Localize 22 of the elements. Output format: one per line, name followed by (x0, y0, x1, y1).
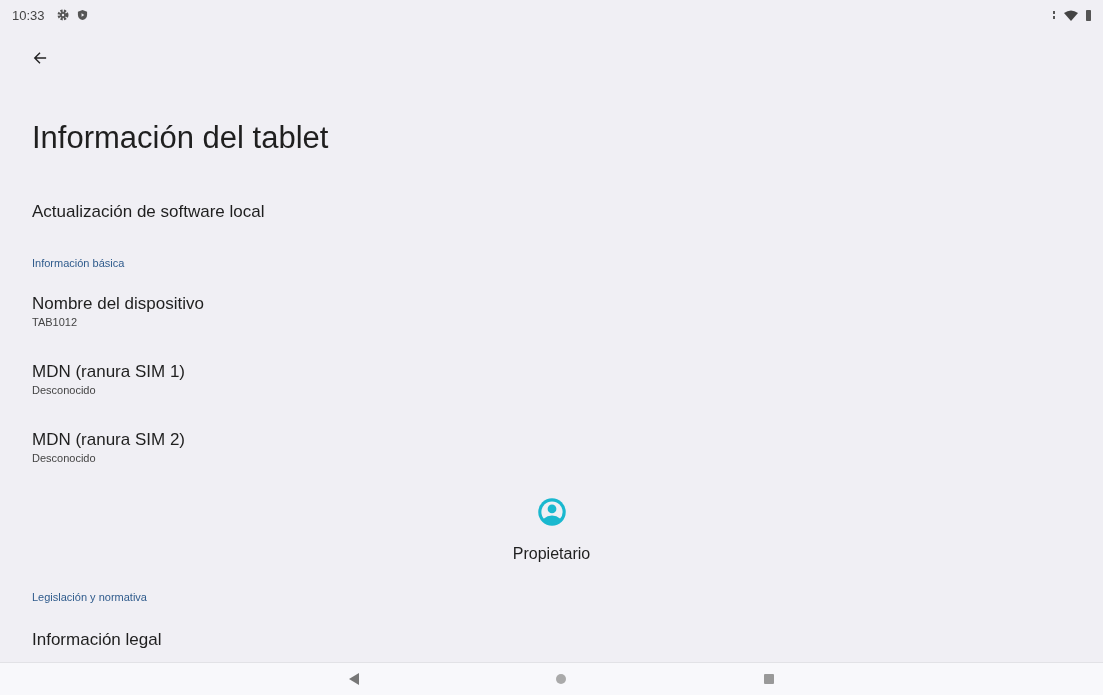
section-header: Información básica (31, 256, 126, 271)
setting-summary: Desconocido (32, 383, 97, 397)
status-time: 10:33 (12, 7, 45, 23)
battery-icon (1086, 9, 1091, 21)
setting-title[interactable]: Información legal (32, 629, 162, 651)
page-title: Información del tablet (32, 119, 330, 157)
owner-item[interactable]: Propietario (0, 481, 1103, 575)
setting-summary: TAB1012 (32, 315, 79, 329)
recents-square-icon[interactable] (764, 674, 775, 684)
shield-icon (76, 9, 88, 21)
wifi-icon (1064, 9, 1078, 21)
back-triangle-icon[interactable] (348, 673, 359, 685)
setting-title[interactable]: Actualización de software local (32, 201, 265, 223)
section-header: Legislación y normativa (31, 590, 148, 605)
home-circle-icon[interactable] (556, 674, 567, 684)
back-icon[interactable] (33, 51, 47, 65)
account-icon (536, 497, 567, 527)
setting-title[interactable]: MDN (ranura SIM 1) (32, 361, 186, 383)
gear-icon (56, 9, 69, 21)
setting-title[interactable]: MDN (ranura SIM 2) (32, 429, 186, 451)
setting-summary: Desconocido (32, 451, 97, 465)
setting-title[interactable]: Nombre del dispositivo (32, 293, 204, 315)
